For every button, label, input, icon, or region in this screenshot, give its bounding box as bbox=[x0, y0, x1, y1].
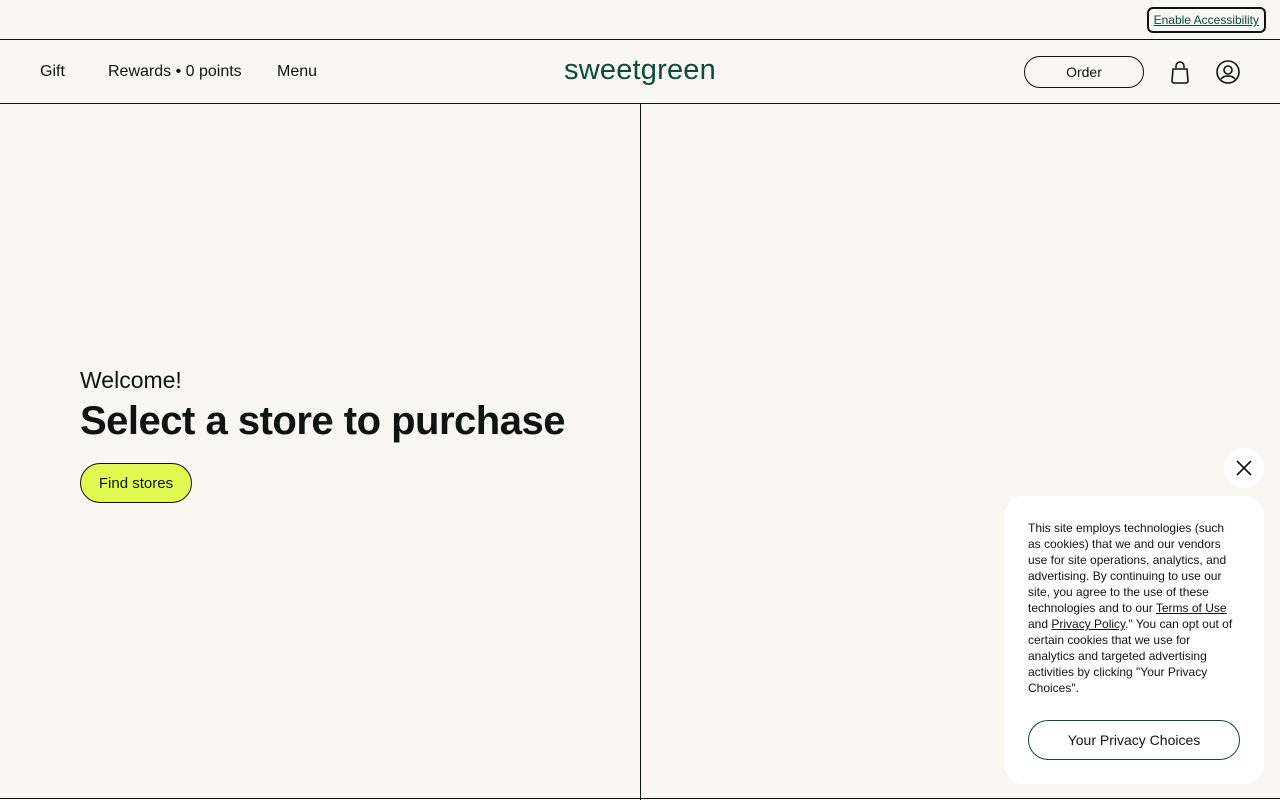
enable-accessibility-button[interactable]: Enable Accessibility bbox=[1146, 7, 1266, 33]
cookie-message: This site employs technologies (such as … bbox=[1028, 520, 1240, 696]
cookie-banner: This site employs technologies (such as … bbox=[1004, 496, 1264, 784]
order-button[interactable]: Order bbox=[1024, 56, 1144, 88]
bottom-border bbox=[0, 798, 1280, 799]
panel-divider bbox=[640, 104, 641, 800]
welcome-text: Welcome! bbox=[80, 367, 182, 393]
main-nav: Gift Rewards • 0 points Menu sweetgreen … bbox=[0, 40, 1280, 104]
find-stores-button[interactable]: Find stores bbox=[80, 463, 192, 503]
accessibility-bar: Enable Accessibility bbox=[0, 0, 1280, 40]
hero-section: Welcome! Select a store to purchase Find… bbox=[80, 367, 600, 503]
terms-of-use-link[interactable]: Terms of Use bbox=[1156, 601, 1227, 615]
close-icon[interactable] bbox=[1224, 448, 1264, 488]
shopping-bag-icon[interactable] bbox=[1167, 59, 1193, 85]
page-title: Select a store to purchase bbox=[80, 399, 565, 443]
privacy-choices-button[interactable]: Your Privacy Choices bbox=[1028, 720, 1240, 760]
cookie-text-part: and bbox=[1028, 617, 1052, 631]
privacy-policy-link[interactable]: Privacy Policy bbox=[1051, 617, 1125, 631]
account-icon[interactable] bbox=[1215, 59, 1241, 85]
